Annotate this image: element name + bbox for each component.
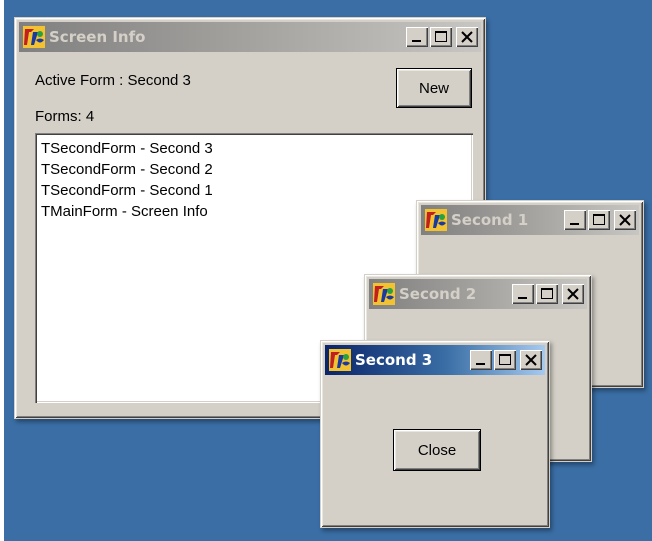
maximize-icon [494,350,516,370]
minimize-button[interactable] [470,350,492,370]
list-item[interactable]: TSecondForm - Second 2 [41,159,473,180]
minimize-icon [406,27,428,47]
second-3-window: Second 3 Close [320,340,550,528]
maximize-icon [588,210,610,230]
active-form-label: Active Form : Second 3 [35,72,191,89]
maximize-button[interactable] [494,350,516,370]
window-title: Second 2 [399,285,477,303]
minimize-button[interactable] [406,27,428,47]
minimize-icon [470,350,492,370]
maximize-button[interactable] [430,27,452,47]
close-icon [520,350,542,370]
close-window-button[interactable] [456,27,478,47]
new-button[interactable]: New [396,68,472,108]
close-window-button[interactable] [614,210,636,230]
delphi-app-icon [329,349,351,371]
window-title: Second 3 [355,351,433,369]
list-item[interactable]: TSecondForm - Second 3 [41,138,473,159]
delphi-app-icon [373,283,395,305]
list-item[interactable]: TMainForm - Screen Info [41,201,473,222]
delphi-app-icon [425,209,447,231]
window-title: Second 1 [451,211,529,229]
maximize-icon [430,27,452,47]
minimize-button[interactable] [512,284,534,304]
second-1-titlebar[interactable]: Second 1 [421,205,639,235]
second-2-titlebar[interactable]: Second 2 [369,279,587,309]
maximize-button[interactable] [588,210,610,230]
close-icon [456,27,478,47]
list-item[interactable]: TSecondForm - Second 1 [41,180,473,201]
second-3-titlebar[interactable]: Second 3 [325,345,545,375]
minimize-icon [512,284,534,304]
maximize-button[interactable] [536,284,558,304]
close-icon [562,284,584,304]
close-window-button[interactable] [562,284,584,304]
window-title: Screen Info [49,28,146,46]
delphi-app-icon [23,26,45,48]
desktop: Screen Info Active Form : Second 3 New F… [4,0,652,541]
close-window-button[interactable] [520,350,542,370]
maximize-icon [536,284,558,304]
close-icon [614,210,636,230]
close-button[interactable]: Close [393,429,481,471]
minimize-icon [564,210,586,230]
forms-count-label: Forms: 4 [35,108,95,125]
screen-info-titlebar[interactable]: Screen Info [19,22,481,52]
minimize-button[interactable] [564,210,586,230]
